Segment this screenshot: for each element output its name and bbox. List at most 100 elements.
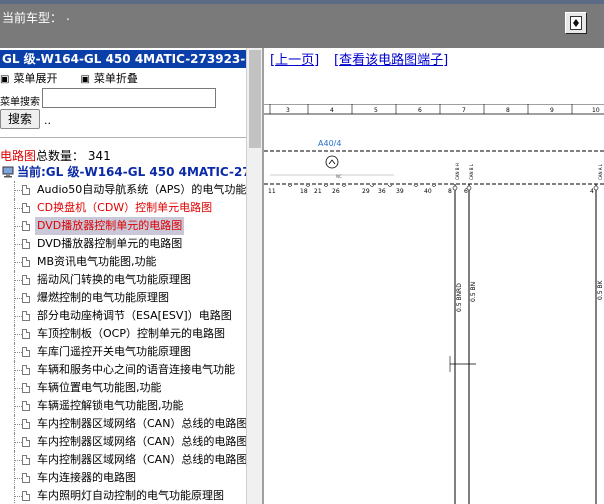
tree-item[interactable]: 车内照明灯自动控制的电气功能原理图: [0, 487, 246, 504]
tree-item[interactable]: 车顶控制板（OCP）控制单元的电路图: [0, 325, 246, 343]
tree-item[interactable]: 车内控制器区域网络（CAN）总线的电路图: [0, 433, 248, 451]
count-suffix: 总数量：: [36, 149, 85, 163]
pin: 11: [268, 188, 276, 195]
tree-item[interactable]: 摇动风门转换的电气功能原理图: [0, 271, 246, 289]
tree-item-label: 车内控制器区域网络（CAN）总线的电路图: [37, 453, 248, 466]
tree-item[interactable]: 车辆遥控解锁电气功能图,功能: [0, 397, 246, 415]
menu-expand-link[interactable]: 菜单展开: [13, 70, 57, 86]
audio-symbol-icon: [325, 155, 339, 169]
current-node-label: 当前:GL 级-W164-GL 450 4MATIC-273: [17, 165, 260, 179]
pin: 18: [300, 188, 308, 195]
menu-collapse-link[interactable]: 菜单折叠: [94, 70, 138, 86]
document-icon: [22, 203, 30, 213]
pin: 29: [362, 188, 370, 195]
wiring-diagram: 3 4 5 6 7 8 9 10 A40/4 NC 11 18 21 26 29…: [264, 104, 604, 504]
nc-label: NC: [336, 174, 342, 179]
tree-item[interactable]: MB资讯电气功能图,功能: [0, 253, 246, 271]
left-scrollbar[interactable]: [246, 48, 262, 504]
document-icon: [22, 401, 30, 411]
tree-item[interactable]: 车内控制器区域网络（CAN）总线的电路图: [0, 415, 247, 433]
pin: 39: [396, 188, 404, 195]
search-input[interactable]: [42, 88, 216, 108]
document-icon: [22, 311, 30, 321]
tree-item[interactable]: DVD播放器控制单元的电路图: [0, 235, 246, 253]
computer-icon: [2, 166, 14, 178]
toggle-panel-button[interactable]: [565, 12, 587, 34]
expand-checkbox-icon[interactable]: ▣: [0, 74, 9, 85]
tree-item[interactable]: 车内连接器的电路图: [0, 469, 246, 487]
prev-page-link[interactable]: [上一页]: [270, 49, 319, 68]
top-bar: 当前车型： .: [0, 0, 604, 48]
document-icon: [22, 455, 30, 465]
tree-item-label: 车辆遥控解锁电气功能图,功能: [37, 399, 184, 412]
document-icon: [22, 293, 30, 303]
ruler-8: 8: [506, 107, 510, 114]
tree-item-selected[interactable]: DVD播放器控制单元的电路图: [0, 217, 246, 235]
scrollbar-thumb[interactable]: [249, 50, 261, 148]
tree-item[interactable]: CD换盘机（CDW）控制单元电路图: [0, 199, 246, 217]
document-icon: [22, 419, 30, 429]
view-terminals-label: 查看该电路图端子: [339, 53, 444, 68]
search-button[interactable]: 搜索: [0, 109, 40, 129]
left-panel: GL 级-W164-GL 450 4MATIC-273923-GA 7 ▣ 菜单展…: [0, 48, 262, 504]
car-model-label: 当前车型：: [2, 11, 63, 25]
pin: 36: [378, 188, 386, 195]
document-icon: [22, 365, 30, 375]
tree-item-label: 爆燃控制的电气功能原理图: [37, 291, 169, 304]
tree-item-label: 车辆位置电气功能图,功能: [37, 381, 162, 394]
wire-label: 0.5 BNRD: [456, 283, 463, 312]
tree-item[interactable]: 车辆和服务中心之间的语音连接电气功能: [0, 361, 246, 379]
model-title[interactable]: GL 级-W164-GL 450 4MATIC-273923-GA 7: [0, 50, 246, 68]
tree-item-label: Audio50自动导航系统（APS）的电气功能: [37, 183, 247, 196]
tree-item-label: 车辆和服务中心之间的语音连接电气功能: [37, 363, 235, 376]
ruler-4: 4: [330, 107, 334, 114]
ruler-9: 9: [550, 107, 554, 114]
tree-item[interactable]: 爆燃控制的电气功能原理图: [0, 289, 246, 307]
ruler-10: 10: [592, 107, 600, 114]
tree-item-label: 部分电动座椅调节（ESA[ESV]）电路图: [37, 309, 232, 322]
ruler-numbers: 3 4 5 6 7 8 9 10: [286, 104, 600, 114]
document-icon: [22, 383, 30, 393]
search-dots: ..: [44, 114, 51, 127]
tree-item-label: 车顶控制板（OCP）控制单元的电路图: [37, 327, 225, 340]
count-prefix: 电路图: [0, 149, 37, 163]
document-icon: [22, 437, 30, 447]
ruler-3: 3: [286, 107, 290, 114]
pin: 26: [332, 188, 340, 195]
document-icon: [22, 221, 30, 231]
tree-item[interactable]: 车内控制器区域网络（CAN）总线的电路图: [0, 451, 248, 469]
tree-item-label: MB资讯电气功能图,功能: [37, 255, 157, 268]
tree-item-label: CD换盘机（CDW）控制单元电路图: [37, 201, 213, 214]
can-label: CAN A L: [598, 163, 603, 180]
component-label: A40/4: [318, 139, 341, 148]
document-icon: [22, 347, 30, 357]
title-strip: [0, 0, 604, 4]
pin: 4: [590, 188, 594, 195]
diagram-count: 电路图总数量： 341: [0, 147, 111, 164]
diamond-icon: [570, 16, 582, 30]
document-icon: [22, 185, 30, 195]
pin-numbers: 11 18 21 26 29 36 39 40 8 6 4: [268, 188, 594, 195]
wire-label: 0.5 BN: [470, 282, 477, 302]
tree-item[interactable]: Audio50自动导航系统（APS）的电气功能: [0, 181, 246, 199]
car-model-value: .: [66, 9, 70, 23]
wire-label: 0.5 BK: [597, 279, 604, 300]
menu-toggle-row: ▣ 菜单展开 ▣ 菜单折叠: [0, 70, 138, 86]
count-value: 341: [87, 149, 111, 163]
document-icon: [22, 491, 30, 501]
document-icon: [22, 275, 30, 285]
tree-item[interactable]: 车辆位置电气功能图,功能: [0, 379, 246, 397]
tree-item-label: DVD播放器控制单元的电路图: [35, 217, 185, 235]
prev-page-label: 上一页: [275, 53, 315, 68]
current-node[interactable]: 当前:GL 级-W164-GL 450 4MATIC-273: [2, 163, 259, 180]
can-label: CAN B L: [469, 163, 474, 180]
tree-item-label: 车内控制器区域网络（CAN）总线的电路图: [37, 435, 248, 448]
ruler-5: 5: [374, 107, 378, 114]
ruler-7: 7: [462, 107, 466, 114]
document-icon: [22, 239, 30, 249]
tree-item[interactable]: 车库门遥控开关电气功能原理图: [0, 343, 246, 361]
tree-item[interactable]: 部分电动座椅调节（ESA[ESV]）电路图: [0, 307, 246, 325]
pin: 8: [448, 188, 452, 195]
collapse-checkbox-icon[interactable]: ▣: [80, 74, 89, 85]
view-terminals-link[interactable]: [查看该电路图端子]: [334, 49, 448, 68]
